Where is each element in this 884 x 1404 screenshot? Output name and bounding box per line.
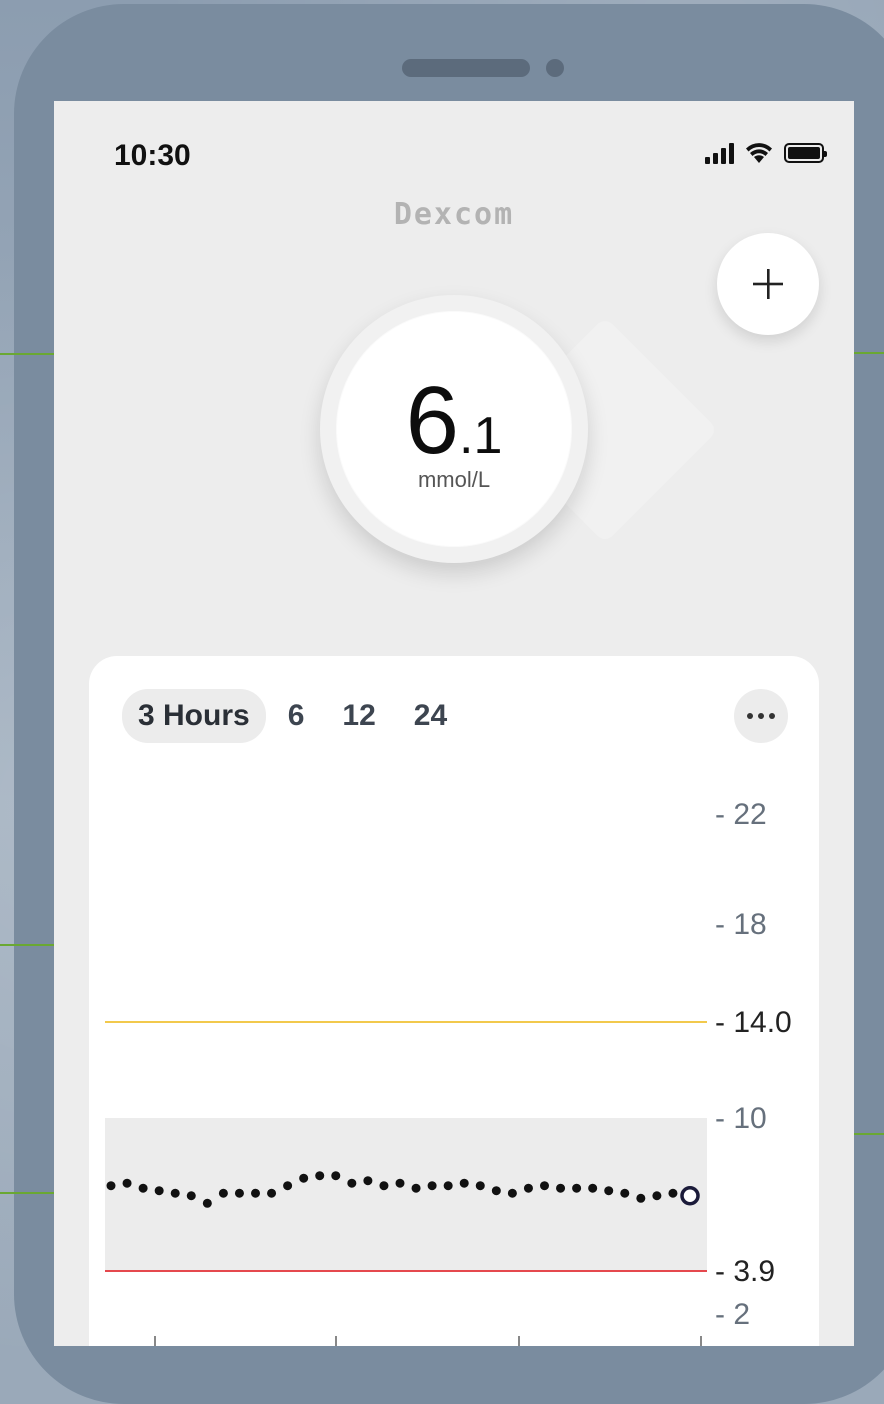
data-point	[556, 1183, 566, 1193]
data-point	[315, 1171, 325, 1181]
data-point	[186, 1191, 196, 1201]
phone-camera	[546, 59, 564, 77]
data-point	[636, 1193, 646, 1203]
data-point	[122, 1178, 132, 1188]
y-tick-label: - 22	[715, 798, 767, 831]
data-point	[523, 1183, 533, 1193]
y-tick-label: - 2	[715, 1298, 750, 1331]
data-point	[202, 1198, 212, 1208]
data-point	[620, 1188, 630, 1198]
data-point	[283, 1181, 293, 1191]
data-point	[347, 1178, 357, 1188]
wifi-icon	[746, 143, 772, 163]
data-point	[154, 1186, 164, 1196]
add-event-button[interactable]	[717, 233, 819, 335]
data-point	[491, 1186, 501, 1196]
glucose-reading-badge[interactable]: 6.1 mmol/L	[320, 295, 719, 575]
data-point	[106, 1181, 116, 1191]
app-screen: 10:30 Dexcom 6.1 mmol/L 3 Hours 6 12 24 …	[54, 101, 854, 1346]
data-point	[331, 1171, 341, 1181]
y-tick-label: - 10	[715, 1102, 767, 1135]
data-point	[234, 1188, 244, 1198]
phone-speaker	[402, 59, 530, 77]
glucose-value-integer: 6	[405, 367, 459, 474]
cellular-signal-icon	[705, 142, 734, 164]
data-point	[363, 1176, 373, 1186]
plus-icon	[753, 269, 783, 299]
data-point	[668, 1188, 678, 1198]
glucose-value: 6.1	[320, 373, 588, 469]
data-point	[540, 1181, 549, 1191]
status-icons	[705, 141, 827, 165]
reading-circle: 6.1 mmol/L	[320, 295, 588, 563]
glucose-unit: mmol/L	[417, 467, 491, 492]
y-tick-label: - 14.0	[715, 1006, 792, 1039]
trend-graph-card: 3 Hours 6 12 24 - 22- 18- 14.0- 10- 3.9-…	[89, 656, 819, 1346]
glucose-trend-chart: - 22 - 18 - 14.0 - 10 - 3.9 - 2	[105, 798, 792, 1346]
app-logo: Dexcom	[393, 197, 515, 232]
data-point	[218, 1188, 228, 1198]
data-point	[427, 1181, 437, 1191]
data-point	[395, 1178, 405, 1188]
data-point	[475, 1181, 485, 1191]
current-reading-point	[680, 1186, 700, 1206]
data-point	[170, 1188, 180, 1198]
data-point	[267, 1188, 277, 1198]
battery-icon	[784, 143, 827, 163]
data-point	[459, 1178, 469, 1188]
y-tick-label: - 18	[715, 908, 767, 941]
data-point	[652, 1191, 662, 1201]
data-point	[251, 1188, 260, 1198]
glucose-value-decimal: .1	[459, 407, 503, 465]
data-point	[507, 1188, 517, 1198]
data-point	[604, 1186, 614, 1196]
status-time: 10:30	[114, 139, 191, 172]
data-point	[299, 1173, 309, 1183]
data-point	[411, 1183, 421, 1193]
y-tick-label: - 3.9	[715, 1255, 775, 1288]
data-point	[379, 1181, 389, 1191]
data-point	[572, 1183, 582, 1193]
data-point	[443, 1181, 453, 1191]
data-point	[138, 1183, 148, 1193]
data-point	[588, 1183, 598, 1193]
